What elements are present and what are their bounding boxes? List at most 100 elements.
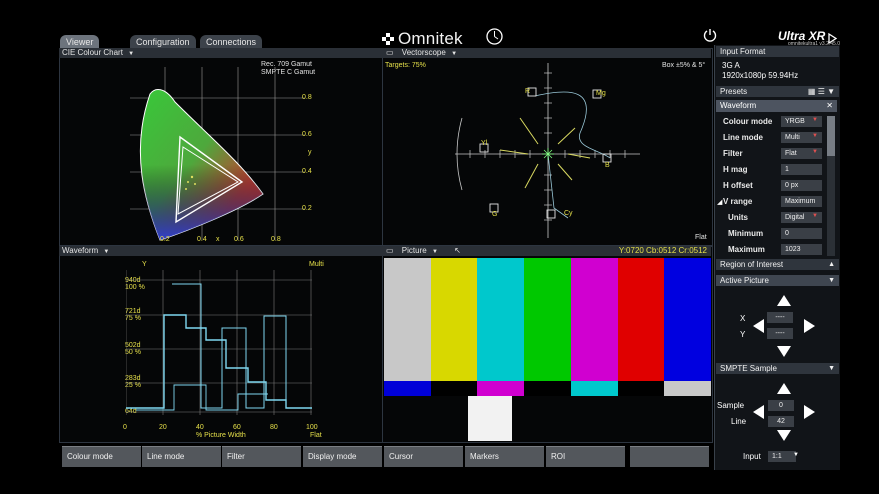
row-label: Colour mode [723, 117, 773, 126]
waveform-dropdown-icon[interactable]: ▼ [103, 249, 109, 255]
colour-bars-image [384, 258, 712, 441]
sample-field[interactable]: 0 [768, 400, 794, 411]
roi-y-label: Y [740, 330, 746, 339]
vectorscope-mode: Flat [695, 234, 707, 241]
vectorscope-title: Vectorscope [401, 48, 446, 57]
v-range-expand-icon[interactable]: ◢ [717, 198, 722, 206]
cursor-button[interactable]: Cursor [384, 446, 463, 467]
bar-white-low [664, 381, 712, 396]
roi-x-field[interactable]: ---- [767, 312, 793, 323]
scrollbar-thumb[interactable] [827, 116, 835, 156]
bar-yellow [430, 258, 478, 381]
cie-xtick: 0.4 [197, 236, 207, 243]
minimum-field[interactable]: 0 [781, 228, 822, 239]
blank-button[interactable] [630, 446, 709, 467]
omnitek-logo-icon [382, 32, 394, 45]
smpte-direction-pad[interactable] [752, 382, 816, 442]
tab-viewer[interactable]: Viewer [60, 35, 100, 49]
dropdown-arrow-icon: ▼ [812, 133, 818, 139]
waveform-xtick: 80 [270, 424, 278, 431]
vectorscope-target-label: R [525, 88, 531, 95]
picture-title: Picture [401, 246, 427, 255]
h-mag-field[interactable]: 1 [781, 164, 822, 175]
roi-button[interactable]: ROI [546, 446, 625, 467]
waveform-xtick: 20 [159, 424, 167, 431]
picture-header: ▭ Picture ▼ ↖ Y:0720 Cb:0512 Cr:0512 [382, 246, 711, 256]
waveform-channel: Y [142, 261, 147, 268]
row-label: Filter [723, 149, 743, 158]
picture-readout: Y:0720 Cb:0512 Cr:0512 [618, 246, 707, 255]
sample-label: Sample [717, 401, 745, 410]
vectorscope-target-label: Cy [564, 210, 573, 217]
vectorscope-header: ▭ Vectorscope ▼ [382, 48, 711, 58]
input-label: Input [743, 452, 761, 461]
picture-dropdown-icon[interactable]: ▼ [432, 249, 438, 255]
input-format-header: Input Format [716, 46, 839, 57]
markers-button[interactable]: Markers [465, 446, 544, 467]
waveform-xtick: 100 [306, 424, 318, 431]
waveform-trace [126, 270, 312, 415]
dropdown-arrow-icon: ▼ [793, 452, 799, 458]
waveform-xtick: 0 [123, 424, 127, 431]
cie-xtick: 0.8 [271, 236, 281, 243]
close-icon[interactable]: ✕ [826, 100, 833, 112]
cie-xtick: 0.6 [234, 236, 244, 243]
cie-dropdown-icon[interactable]: ▼ [128, 51, 134, 57]
bar-blue-low [384, 381, 431, 396]
cie-chart [130, 67, 305, 241]
bar-cyan-low [570, 381, 618, 396]
pluge-white [468, 396, 512, 441]
dropdown-arrow-icon: ▼ [812, 149, 818, 155]
bar-magenta-low [477, 381, 525, 396]
cie-title: CIE Colour Chart [62, 48, 123, 57]
vectorscope-target-label: B [605, 162, 610, 169]
collapse-icon[interactable]: ▲ [828, 259, 835, 270]
power-icon[interactable] [703, 28, 717, 42]
presets-controls-icon[interactable]: ▦ ☰ ▼ [808, 86, 835, 97]
waveform-xcaption: % Picture Width [196, 432, 246, 439]
waveform-mode: Multi [309, 261, 324, 268]
vectorscope-dropdown-icon[interactable]: ▼ [451, 51, 457, 57]
maximize-icon[interactable]: ▭ [386, 246, 394, 255]
row-label: H offset [723, 181, 753, 190]
roi-y-field[interactable]: ---- [767, 328, 793, 339]
cie-panel-header: CIE Colour Chart ▼ [59, 48, 382, 58]
presets-header: Presets ▦ ☰ ▼ [716, 86, 839, 97]
dropdown-icon[interactable]: ▼ [828, 275, 835, 286]
line-mode-button[interactable]: Line mode [142, 446, 221, 467]
maximize-icon[interactable]: ▭ [386, 48, 394, 57]
dropdown-icon[interactable]: ▼ [828, 363, 835, 374]
bar-black-low [617, 381, 665, 396]
vectorscope-box: Box ±5% & 5° [662, 62, 706, 69]
waveform-xtick: 40 [196, 424, 204, 431]
dropdown-arrow-icon: ▼ [812, 117, 818, 123]
bar-cyan [477, 258, 525, 381]
tab-connections[interactable]: Connections [200, 35, 263, 49]
vectorscope-target-label: Yl [481, 140, 488, 147]
cursor-icon[interactable]: ↖ [454, 246, 461, 255]
cie-ytick: 0.6 [302, 131, 312, 138]
reverse-bars [384, 381, 712, 396]
vectorscope-targets: Targets: 75% [385, 62, 426, 69]
cie-ylabel: y [308, 149, 312, 156]
display-mode-button[interactable]: Display mode [303, 446, 382, 467]
line-field[interactable]: 42 [768, 416, 794, 427]
input-select[interactable]: 1:1 [768, 451, 796, 462]
colour-mode-button[interactable]: Colour mode [62, 446, 141, 467]
active-picture-header: Active Picture ▼ [716, 275, 839, 286]
row-label: Line mode [723, 133, 764, 142]
h-offset-field[interactable]: 0 px [781, 180, 822, 191]
bar-black-low [430, 381, 478, 396]
waveform-flat-label: Flat [310, 432, 322, 439]
dropdown-arrow-icon: ▼ [812, 213, 818, 219]
bar-black-low [524, 381, 571, 396]
maximum-field[interactable]: 1023 [781, 244, 822, 255]
v-range-field[interactable]: Maximum [781, 196, 822, 207]
bar-blue [664, 258, 712, 381]
tab-configuration[interactable]: Configuration [130, 35, 196, 49]
waveform-xtick: 60 [233, 424, 241, 431]
roi-direction-pad[interactable] [752, 294, 816, 358]
filter-button[interactable]: Filter [222, 446, 301, 467]
line-label: Line [731, 417, 747, 426]
row-label: Units [728, 213, 748, 222]
